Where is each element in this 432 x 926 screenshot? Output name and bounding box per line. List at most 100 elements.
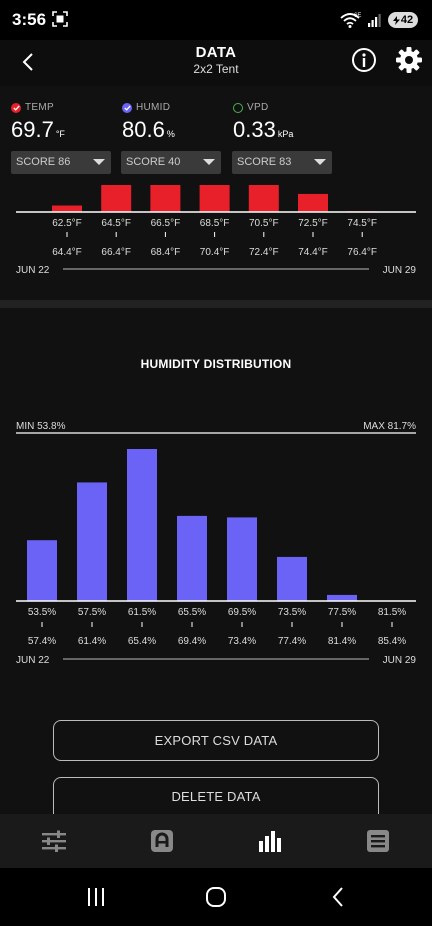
humid-score-dropdown[interactable]: SCORE 40 [121, 151, 221, 174]
bin-high-label: 68.4°F [151, 247, 181, 258]
system-nav-bar [0, 868, 432, 926]
bin-low-label: 61.5% [128, 607, 156, 618]
battery-indicator: 42 [388, 12, 418, 28]
chevron-down-icon [314, 159, 326, 165]
humid-check-icon [122, 102, 132, 113]
bin-low-label: 74.5°F [347, 218, 377, 229]
min-label: MIN 53.8% [16, 421, 66, 432]
bin-high-label: 64.4°F [52, 247, 82, 258]
bar [27, 540, 57, 601]
temperature-distribution-chart: 62.5°F 64.4°F 64.5°F 66.4°F 66.5°F 68.4°F 68.5… [16, 185, 417, 276]
metric-vpd: VPD 0.33 kPa [233, 102, 293, 143]
battery-level: 42 [400, 14, 414, 26]
export-csv-button[interactable]: EXPORT CSV DATA [53, 720, 379, 761]
home-button[interactable] [201, 884, 231, 910]
bin-low-label: 73.5% [278, 607, 306, 618]
bin-low-label: 77.5% [328, 607, 356, 618]
nav-logs[interactable] [363, 828, 393, 854]
metric-humid: HUMID 80.6% [122, 102, 175, 143]
app-icon [151, 830, 173, 852]
status-icons: 6E 42 [340, 10, 418, 30]
chevron-down-icon [93, 159, 105, 165]
vpd-score-dropdown[interactable]: SCORE 83 [232, 151, 332, 174]
humid-score-label: SCORE 40 [126, 156, 181, 168]
bin-low-label: 53.5% [28, 607, 56, 618]
info-icon[interactable] [350, 46, 378, 74]
bin-high-label: 74.4°F [298, 247, 328, 258]
bin-high-label: 85.4% [378, 636, 406, 647]
vpd-status-icon [233, 102, 243, 113]
humidity-panel: HUMIDITY DISTRIBUTION MIN 53.8% MAX 81.7%… [0, 308, 432, 814]
date-end: JUN 29 [383, 655, 417, 666]
chart-title: HUMIDITY DISTRIBUTION [140, 357, 292, 371]
gear-icon[interactable] [395, 46, 423, 74]
temp-score-label: SCORE 86 [16, 156, 71, 168]
bar [199, 185, 230, 212]
date-end: JUN 29 [383, 265, 417, 276]
bin-low-label: 62.5°F [52, 218, 82, 229]
bin-low-label: 69.5% [228, 607, 256, 618]
humid-value: 80.6 [122, 117, 165, 142]
temp-label: TEMP [25, 102, 54, 113]
delete-data-button[interactable]: DELETE DATA [53, 777, 379, 814]
humid-label: HUMID [136, 102, 171, 113]
date-start: JUN 22 [16, 265, 50, 276]
bin-low-label: 70.5°F [249, 218, 279, 229]
bar-chart-icon [259, 831, 281, 852]
app-header: DATA 2x2 Tent [0, 40, 432, 86]
vpd-label: VPD [247, 102, 269, 113]
bin-high-label: 73.4% [228, 636, 256, 647]
bar [248, 185, 279, 212]
system-back-button[interactable] [323, 884, 353, 910]
metric-temp: TEMP 69.7 °F [11, 102, 65, 143]
bin-low-label: 57.5% [78, 607, 106, 618]
nav-controls[interactable] [39, 828, 69, 854]
bin-low-label: 72.5°F [298, 218, 328, 229]
network-type: 6E [354, 13, 361, 19]
bar [227, 517, 257, 601]
temp-unit: °F [55, 129, 65, 139]
bar [150, 185, 181, 212]
screen-record-icon [52, 11, 68, 27]
charging-bolt-icon [392, 15, 400, 25]
bin-high-label: 57.4% [28, 636, 56, 647]
bar [177, 515, 207, 601]
bin-high-label: 81.4% [328, 636, 356, 647]
vpd-unit: kPa [277, 129, 294, 139]
max-label: MAX 81.7% [363, 421, 416, 432]
bin-high-label: 69.4% [178, 636, 206, 647]
section-divider [0, 300, 432, 308]
recent-apps-button[interactable] [81, 884, 111, 910]
metrics-panel: TEMP 69.7 °F HUMID 80.6% VPD 0.33 kPa SCOR… [0, 86, 432, 300]
nav-app[interactable] [147, 828, 177, 854]
bar [277, 556, 307, 601]
bin-low-label: 65.5% [178, 607, 206, 618]
vpd-value: 0.33 [233, 117, 276, 142]
bin-high-label: 61.4% [78, 636, 106, 647]
bar [298, 193, 328, 212]
temp-value: 69.7 [11, 117, 54, 142]
bin-high-label: 65.4% [128, 636, 156, 647]
temp-check-icon [11, 102, 21, 113]
recent-apps-icon [88, 888, 104, 906]
back-arrow-icon [332, 887, 343, 907]
signal-icon [368, 14, 381, 27]
list-icon [367, 830, 389, 852]
humidity-distribution-chart: MIN 53.8% MAX 81.7% 53.5% 57.4% 57.5% 61.4% 61… [16, 421, 417, 666]
bin-low-label: 64.5°F [101, 218, 131, 229]
temp-score-dropdown[interactable]: SCORE 86 [11, 151, 111, 174]
nav-data[interactable] [255, 828, 285, 854]
bar [101, 185, 132, 212]
chevron-left-icon [22, 53, 33, 71]
back-button[interactable] [14, 48, 42, 76]
bin-high-label: 72.4°F [249, 247, 279, 258]
status-time: 3:56 [12, 10, 47, 29]
humid-unit: % [166, 129, 175, 139]
bar [77, 482, 107, 601]
status-bar: 3:56 6E 42 [0, 0, 432, 40]
bin-high-label: 77.4% [278, 636, 306, 647]
bottom-nav [0, 814, 432, 868]
vpd-score-label: SCORE 83 [237, 156, 292, 168]
wifi-icon: 6E [340, 13, 361, 28]
sliders-icon [42, 830, 66, 852]
